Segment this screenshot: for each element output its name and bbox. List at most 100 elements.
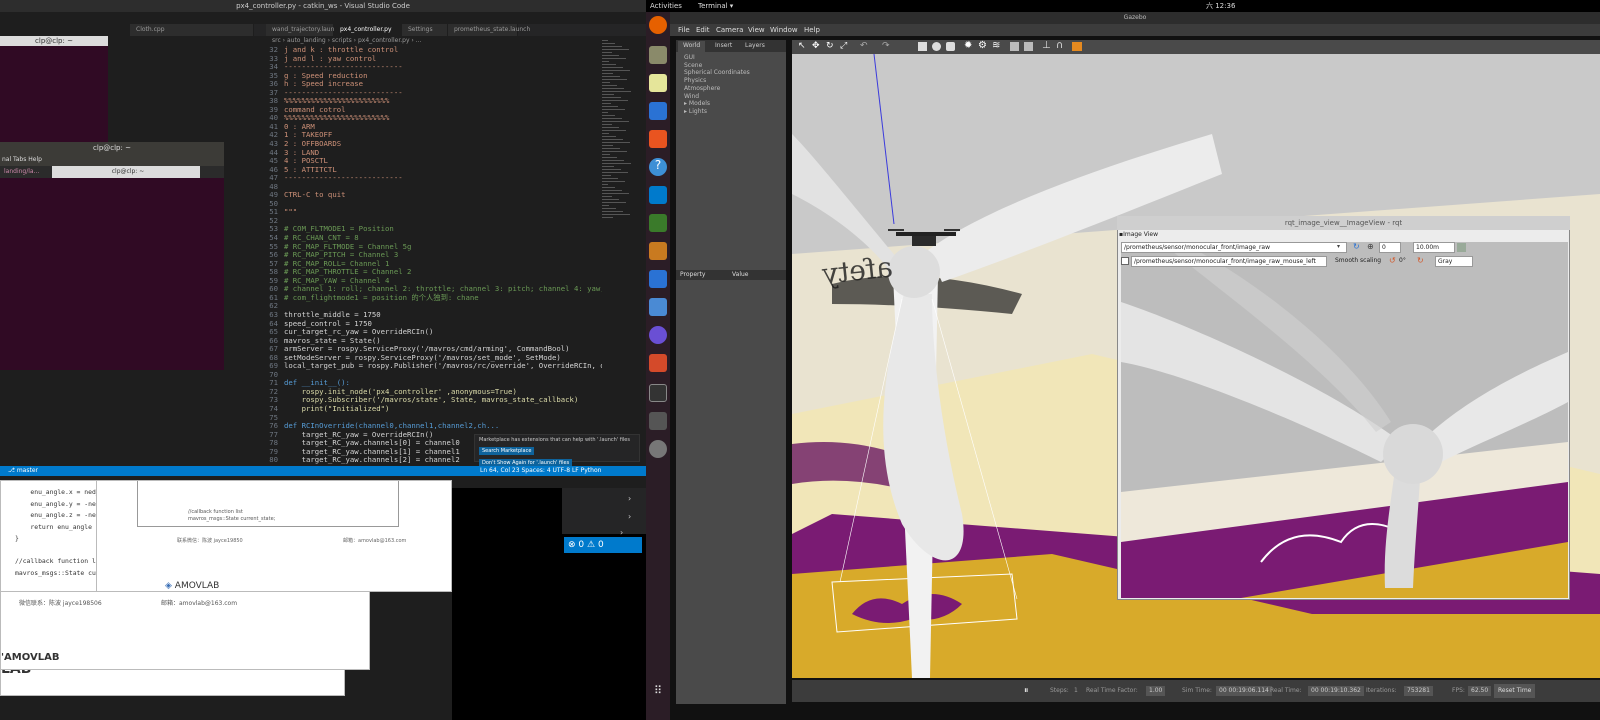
cylinder-shape-icon[interactable] (946, 42, 955, 51)
world-tree-item[interactable]: ▸ Lights (684, 108, 784, 116)
tab-layers[interactable]: Layers (740, 41, 770, 52)
minimap-line (602, 166, 614, 167)
menu-file[interactable]: File (678, 24, 690, 36)
tab-prometheus-state[interactable]: prometheus_state.launch (448, 24, 530, 36)
steps-value[interactable]: 1 (1074, 680, 1078, 702)
color-scheme-select[interactable]: Gray (1435, 256, 1473, 267)
clock[interactable]: 六 12:36 (1206, 0, 1235, 12)
translate-tool-icon[interactable]: ✥ (812, 41, 820, 51)
minimap-line (602, 79, 627, 80)
help-icon[interactable]: ? (649, 158, 667, 176)
menu-help[interactable]: Help (804, 24, 820, 36)
rhythmbox-icon[interactable] (649, 74, 667, 92)
rotate-left-icon[interactable]: ↺ (1389, 256, 1396, 265)
scale-tool-icon[interactable]: ⤢ (840, 41, 847, 51)
terminal-window-1[interactable] (0, 36, 108, 146)
box-shape-icon[interactable] (918, 42, 927, 51)
undo-icon[interactable]: ↶ (860, 41, 868, 51)
menu-camera[interactable]: Camera (716, 24, 743, 36)
tool-icon[interactable] (649, 270, 667, 288)
tab-cloth[interactable]: Cloth.cpp (130, 24, 254, 36)
amovlab-logo-bottom: 'AMOVLAB (1, 652, 60, 663)
world-tree-item[interactable]: Atmosphere (684, 85, 784, 93)
image-view-content[interactable] (1121, 242, 1568, 598)
menu-edit[interactable]: Edit (696, 24, 710, 36)
window-icon[interactable] (649, 412, 667, 430)
chevron-right-icon-3[interactable]: › (620, 528, 623, 537)
align-icon[interactable]: ⊥ (1042, 40, 1051, 51)
baidu-icon[interactable] (649, 298, 667, 316)
world-tree-item[interactable]: Spherical Coordinates (684, 69, 784, 77)
code-line[interactable]: 51 """ (262, 208, 602, 217)
app-menu[interactable]: Terminal ▾ (698, 0, 733, 12)
qq-icon[interactable] (649, 326, 667, 344)
terminal-tab-landing[interactable]: landing/la... (0, 166, 50, 178)
screenshot-icon[interactable] (1072, 42, 1082, 51)
redo-icon[interactable]: ↷ (882, 41, 890, 51)
files-icon[interactable] (649, 46, 667, 64)
code-line[interactable]: 50 (262, 199, 602, 209)
tab-world[interactable]: World (678, 41, 706, 52)
select-tool-icon[interactable]: ↖ (798, 41, 806, 51)
zoom-icon[interactable]: ⊕ (1367, 242, 1374, 251)
rotate-right-icon[interactable]: ↻ (1417, 256, 1424, 265)
tab-wand-trajectory[interactable]: wand_trajectory.launch (266, 24, 342, 36)
menu-view[interactable]: View (748, 24, 765, 36)
mouse-publish-checkbox[interactable] (1121, 257, 1129, 265)
directional-light-icon[interactable]: ≋ (992, 40, 1000, 51)
code-line[interactable]: 61 # com_flightmode1 = position 的个人独到: ch… (262, 293, 602, 303)
world-tree-item[interactable]: GUI (684, 54, 784, 62)
chevron-right-icon-1[interactable]: › (628, 494, 631, 503)
code-line[interactable]: 74 print("Initialized") (262, 403, 602, 414)
world-tree-item[interactable]: ▸ Models (684, 100, 784, 108)
code-line[interactable]: 47 --------------------------- (262, 173, 602, 183)
writer-icon[interactable] (649, 102, 667, 120)
paste-icon[interactable] (1024, 42, 1033, 51)
save-icon[interactable] (1457, 243, 1466, 252)
rotate-tool-icon[interactable]: ↻ (826, 41, 834, 51)
min-depth-input[interactable]: 0 (1379, 242, 1401, 253)
world-tree-item[interactable]: Wind (684, 93, 784, 101)
software-icon[interactable] (649, 130, 667, 148)
minimap[interactable] (602, 40, 634, 220)
code-line[interactable]: 69 local_target_pub = rospy.Publisher('/m… (262, 361, 602, 371)
git-branch[interactable]: ⎇ master (8, 467, 38, 474)
refresh-icon[interactable]: ↻ (1353, 242, 1360, 251)
search-marketplace-button[interactable]: Search Marketplace (479, 447, 535, 455)
sphere-shape-icon[interactable] (932, 42, 941, 51)
world-tree-item[interactable]: Scene (684, 62, 784, 70)
spot-light-icon[interactable]: ⚙ (978, 40, 987, 51)
world-tree-item[interactable]: Physics (684, 77, 784, 85)
apps-grid-icon[interactable]: ⠿ (649, 682, 667, 700)
pause-icon[interactable]: ⏸ (1024, 680, 1029, 702)
code-text: print("Initialized") (284, 403, 390, 413)
reset-time-button[interactable]: Reset Time (1494, 684, 1536, 698)
status-info[interactable]: Ln 64, Col 23 Spaces: 4 UTF-8 LF Python (480, 466, 601, 476)
sublime-icon[interactable] (649, 242, 667, 260)
terminal-icon[interactable] (649, 384, 667, 402)
problems-badge[interactable]: ⊗ 0 ⚠ 0 (564, 537, 642, 553)
topic-select[interactable]: /prometheus/sensor/monocular_front/image… (1121, 242, 1347, 253)
mouse-topic-input[interactable]: /prometheus/sensor/monocular_front/image… (1131, 256, 1327, 267)
terminal-tab-clp[interactable]: clp@clp: ~ (52, 166, 200, 178)
smooth-scaling-label[interactable]: Smooth scaling (1335, 257, 1381, 264)
terminal-2-menubar[interactable]: nal Tabs Help (0, 154, 224, 166)
menu-window[interactable]: Window (770, 24, 798, 36)
netease-icon[interactable] (649, 354, 667, 372)
tab-px4-controller[interactable]: px4_controller.py (334, 24, 402, 36)
settings-icon[interactable] (649, 440, 667, 458)
tab-settings[interactable]: Settings (402, 24, 448, 36)
copy-icon[interactable] (1010, 42, 1019, 51)
tab-insert[interactable]: Insert (710, 41, 737, 52)
network-icon[interactable] (649, 214, 667, 232)
max-depth-input[interactable]: 10.00m (1413, 242, 1455, 253)
firefox-icon[interactable] (649, 16, 667, 34)
chevron-right-icon-2[interactable]: › (628, 512, 631, 521)
snap-icon[interactable]: ∩ (1056, 40, 1063, 51)
code-editor[interactable]: 32 j and k : throttle control 33 j and l : … (262, 46, 602, 466)
activities-button[interactable]: Activities (650, 0, 682, 12)
vscode-icon[interactable] (649, 186, 667, 204)
minimap-line (602, 133, 609, 134)
code-line[interactable]: 49 CTRL-C to quit (262, 191, 602, 200)
point-light-icon[interactable]: ✹ (964, 40, 972, 51)
